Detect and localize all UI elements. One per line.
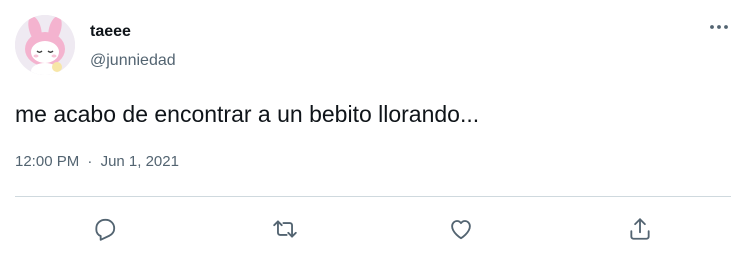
retweet-button[interactable] [268, 212, 302, 246]
tweet-timestamp: 12:00 PM · Jun 1, 2021 [15, 152, 179, 172]
tweet-card: taeee @junniedad me acabo de encontrar a… [0, 0, 746, 272]
like-button[interactable] [444, 212, 478, 246]
meta-separator: · [87, 153, 93, 170]
tweet-date[interactable]: Jun 1, 2021 [101, 153, 179, 170]
divider [15, 196, 731, 197]
retweet-icon [273, 220, 297, 238]
tweet-actions [0, 212, 746, 246]
share-icon [630, 218, 650, 240]
tweet-time[interactable]: 12:00 PM [15, 153, 79, 170]
share-button[interactable] [623, 212, 657, 246]
tweet-text: me acabo de encontrar a un bebito lloran… [15, 101, 480, 127]
reply-icon [95, 218, 116, 241]
avatar-image [15, 15, 75, 75]
tweet-author: taeee @junniedad [90, 22, 176, 71]
display-name[interactable]: taeee [90, 22, 176, 42]
avatar[interactable] [15, 15, 75, 75]
heart-icon [451, 220, 471, 240]
more-horizontal-icon [710, 25, 728, 29]
user-handle[interactable]: @junniedad [90, 51, 176, 71]
more-options-button[interactable] [708, 16, 730, 38]
reply-button[interactable] [88, 212, 122, 246]
